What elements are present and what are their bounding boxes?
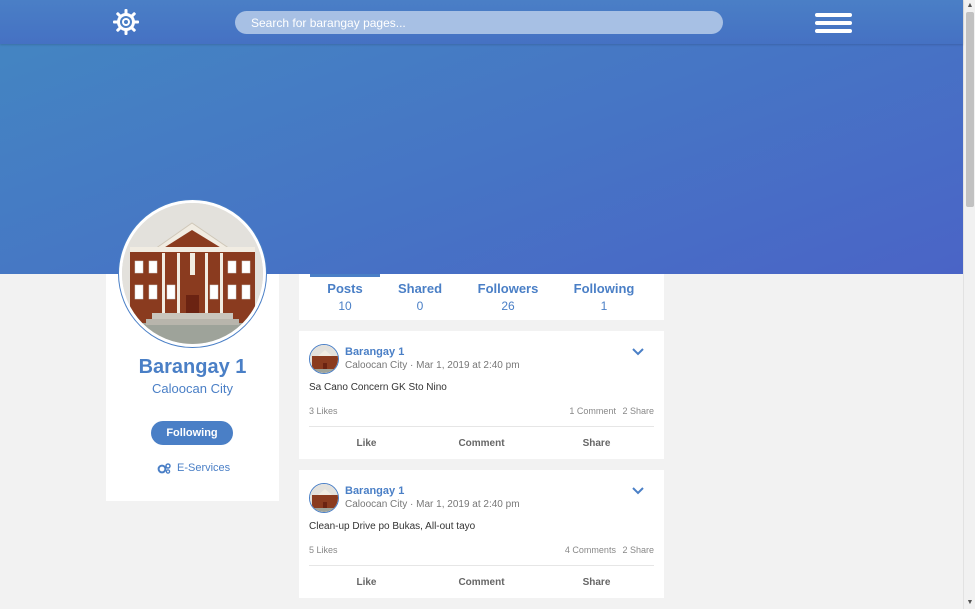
share-button[interactable]: Share	[539, 427, 654, 459]
scroll-up-icon[interactable]: ▲	[964, 0, 975, 12]
like-button[interactable]: Like	[309, 566, 424, 598]
page-scrollbar[interactable]: ▲ ▼	[963, 0, 975, 609]
profile-name: Barangay 1	[138, 356, 247, 378]
stat-value: 26	[501, 299, 515, 313]
post-actions: Like Comment Share	[309, 566, 654, 598]
post-meta: Caloocan City · Mar 1, 2019 at 2:40 pm	[345, 360, 520, 371]
tab-posts[interactable]: Posts 10	[310, 274, 380, 313]
post-counts: 1 Comment 2 Share	[565, 406, 654, 416]
like-button[interactable]: Like	[309, 427, 424, 459]
post-likes-count[interactable]: 3 Likes	[309, 406, 338, 416]
post-avatar[interactable]	[309, 483, 339, 513]
tab-following[interactable]: Following 1	[567, 274, 641, 313]
stat-value: 0	[416, 299, 424, 313]
barangay-hall-thumbnail	[310, 345, 338, 373]
tab-followers[interactable]: Followers 26	[473, 274, 543, 313]
comment-button[interactable]: Comment	[424, 566, 539, 598]
stat-label: Followers	[477, 281, 539, 296]
post-text: Clean-up Drive po Bukas, All-out tayo	[309, 521, 476, 532]
post-comments-count[interactable]: 4 Comments	[565, 545, 616, 555]
profile-city: Caloocan City	[152, 381, 233, 396]
search-input[interactable]	[235, 11, 723, 34]
gears-icon	[157, 462, 171, 474]
stat-label: Posts	[327, 281, 363, 296]
gear-seal-logo-icon[interactable]	[112, 8, 140, 36]
barangay-hall-illustration	[122, 203, 263, 344]
hamburger-menu-icon[interactable]	[815, 13, 852, 33]
post-avatar[interactable]	[309, 344, 339, 374]
post-shares-count[interactable]: 2 Share	[622, 545, 654, 555]
scrollbar-thumb[interactable]	[966, 12, 974, 207]
profile-stats-bar: Posts 10 Shared 0 Followers 26 Following…	[299, 274, 664, 320]
post-comments-count[interactable]: 1 Comment	[569, 406, 616, 416]
post-counts: 4 Comments 2 Share	[561, 545, 654, 555]
post-card: Barangay 1 Caloocan City · Mar 1, 2019 a…	[299, 331, 664, 459]
eservices-link[interactable]: E-Services	[157, 462, 230, 474]
barangay-hall-thumbnail	[310, 484, 338, 512]
post-text: Sa Cano Concern GK Sto Nino	[309, 382, 447, 393]
post-card: Barangay 1 Caloocan City · Mar 1, 2019 a…	[299, 470, 664, 598]
post-actions: Like Comment Share	[309, 427, 654, 459]
post-likes-count[interactable]: 5 Likes	[309, 545, 338, 555]
stat-value: 10	[338, 299, 352, 313]
comment-button[interactable]: Comment	[424, 427, 539, 459]
stat-label: Following	[573, 281, 635, 296]
eservices-label: E-Services	[177, 462, 231, 474]
post-meta: Caloocan City · Mar 1, 2019 at 2:40 pm	[345, 499, 520, 510]
share-button[interactable]: Share	[539, 566, 654, 598]
following-button[interactable]: Following	[151, 421, 233, 445]
tab-shared[interactable]: Shared 0	[390, 274, 450, 313]
post-shares-count[interactable]: 2 Share	[622, 406, 654, 416]
top-nav-bar	[0, 0, 963, 44]
scroll-down-icon[interactable]: ▼	[964, 597, 975, 609]
chevron-down-icon[interactable]	[632, 486, 644, 496]
post-author[interactable]: Barangay 1	[345, 346, 404, 358]
profile-avatar	[119, 200, 266, 347]
stat-label: Shared	[397, 281, 443, 296]
stat-value: 1	[600, 299, 608, 313]
post-author[interactable]: Barangay 1	[345, 485, 404, 497]
chevron-down-icon[interactable]	[632, 347, 644, 357]
